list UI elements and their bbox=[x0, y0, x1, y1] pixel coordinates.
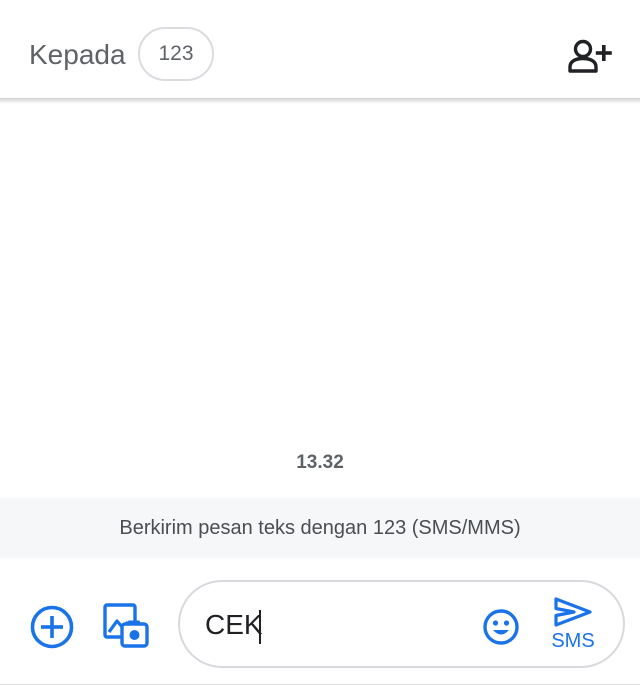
message-input[interactable] bbox=[205, 607, 465, 643]
to-label: Kepada bbox=[29, 39, 126, 70]
plus-circle-icon bbox=[30, 605, 74, 649]
text-cursor bbox=[259, 610, 261, 644]
emoji-button[interactable] bbox=[482, 608, 520, 646]
conversation-info-banner: Berkirim pesan teks dengan 123 (SMS/MMS) bbox=[0, 498, 640, 558]
send-button-label: SMS bbox=[551, 630, 595, 652]
conversation-info-text: Berkirim pesan teks dengan 123 (SMS/MMS) bbox=[119, 516, 521, 539]
recipient-chip-label: 123 bbox=[158, 42, 194, 65]
send-icon bbox=[554, 597, 592, 627]
recipient-chip[interactable]: 123 bbox=[138, 27, 214, 81]
attach-button[interactable] bbox=[29, 604, 75, 650]
person-add-icon bbox=[568, 39, 612, 73]
compose-bar: SMS bbox=[0, 558, 640, 685]
send-button[interactable]: SMS bbox=[548, 596, 598, 656]
gallery-camera-icon bbox=[103, 603, 149, 648]
message-timestamp: 13.32 bbox=[296, 452, 344, 473]
gallery-button[interactable] bbox=[102, 602, 150, 650]
compose-header: Kepada 123 bbox=[0, 0, 640, 98]
add-contact-button[interactable] bbox=[566, 38, 616, 74]
emoji-icon bbox=[483, 609, 519, 645]
message-input-container: SMS bbox=[178, 580, 625, 668]
messaging-app: Kepada 123 13.32 Berkirim pesan teks den… bbox=[0, 0, 640, 685]
header-divider bbox=[0, 98, 640, 104]
